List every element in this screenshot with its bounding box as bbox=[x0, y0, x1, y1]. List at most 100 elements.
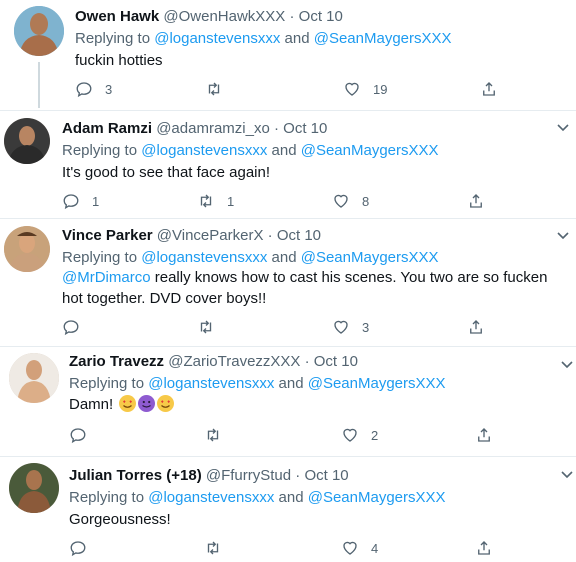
handle[interactable]: @adamramzi_xo bbox=[156, 120, 270, 137]
tweet[interactable]: Julian Torres (+18) @FfurryStud · Oct 10… bbox=[0, 457, 576, 562]
like-count: 4 bbox=[371, 540, 379, 556]
reply-button[interactable] bbox=[62, 318, 92, 336]
timestamp[interactable]: Oct 10 bbox=[304, 467, 348, 484]
handle[interactable]: @OwenHawkXXX bbox=[163, 8, 285, 25]
reply-button[interactable]: 1 bbox=[62, 192, 99, 210]
chevron-down-icon bbox=[561, 361, 573, 369]
like-button[interactable]: 4 bbox=[341, 539, 378, 557]
retweet-button[interactable] bbox=[204, 539, 234, 557]
and-label: and bbox=[280, 30, 314, 47]
tweet-text: @MrDimarco really knows how to cast his … bbox=[62, 267, 562, 309]
timestamp[interactable]: Oct 10 bbox=[314, 353, 358, 370]
share-icon bbox=[483, 82, 495, 96]
mention-link[interactable]: @SeanMaygersXXX bbox=[308, 375, 446, 392]
replying-to: Replying to @loganstevensxxx and @SeanMa… bbox=[75, 30, 452, 48]
mention-link[interactable]: @SeanMaygersXXX bbox=[301, 142, 439, 159]
share-icon bbox=[478, 541, 490, 555]
like-button[interactable]: 19 bbox=[343, 80, 387, 98]
replying-to-label: Replying to bbox=[62, 142, 142, 159]
mention-link[interactable]: @MrDimarco bbox=[62, 269, 151, 286]
tweet[interactable]: Owen Hawk @OwenHawkXXX · Oct 10 Replying… bbox=[0, 0, 576, 110]
share-icon bbox=[470, 194, 482, 208]
display-name[interactable]: Owen Hawk bbox=[75, 8, 159, 25]
tweet[interactable]: Adam Ramzi @adamramzi_xo · Oct 10 Replyi… bbox=[0, 111, 576, 218]
share-icon bbox=[470, 320, 482, 334]
display-name[interactable]: Zario Travezz bbox=[69, 353, 164, 370]
dot-separator: · bbox=[273, 120, 279, 137]
mention-link[interactable]: @SeanMaygersXXX bbox=[308, 489, 446, 506]
chevron-down-icon bbox=[557, 232, 569, 240]
tweet-text: It's good to see that face again! bbox=[62, 164, 271, 181]
like-icon bbox=[345, 82, 359, 96]
share-button[interactable] bbox=[467, 192, 485, 210]
display-name[interactable]: Julian Torres (+18) bbox=[69, 467, 202, 484]
and-label: and bbox=[274, 489, 308, 506]
replying-to-label: Replying to bbox=[62, 249, 142, 266]
share-icon bbox=[478, 428, 490, 442]
and-label: and bbox=[267, 249, 301, 266]
timestamp[interactable]: Oct 10 bbox=[299, 8, 343, 25]
mention-link[interactable]: @SeanMaygersXXX bbox=[301, 249, 439, 266]
share-button[interactable] bbox=[475, 539, 493, 557]
retweet-icon bbox=[200, 320, 212, 334]
handle[interactable]: @FfurryStud bbox=[206, 467, 291, 484]
more-options-button[interactable] bbox=[560, 467, 574, 479]
avatar[interactable] bbox=[4, 118, 50, 164]
mention-link[interactable]: @loganstevensxxx bbox=[154, 30, 280, 47]
tweet[interactable]: Vince Parker @VinceParkerX · Oct 10 Repl… bbox=[0, 219, 576, 346]
tweet-text: Damn! bbox=[69, 394, 569, 415]
replying-to: Replying to @loganstevensxxx and @SeanMa… bbox=[69, 375, 446, 393]
avatar[interactable] bbox=[9, 463, 59, 513]
retweet-button[interactable]: 1 bbox=[197, 192, 234, 210]
share-button[interactable] bbox=[467, 318, 485, 336]
and-label: and bbox=[274, 375, 308, 392]
reply-icon bbox=[70, 541, 86, 557]
chevron-down-icon bbox=[557, 124, 569, 132]
share-button[interactable] bbox=[480, 80, 498, 98]
reply-button[interactable] bbox=[69, 539, 99, 557]
tweet[interactable]: Zario Travezz @ZarioTravezzXXX · Oct 10 … bbox=[0, 347, 576, 456]
avatar[interactable] bbox=[9, 353, 59, 403]
display-name[interactable]: Adam Ramzi bbox=[62, 120, 152, 137]
mention-link[interactable]: @loganstevensxxx bbox=[148, 375, 274, 392]
more-options-button[interactable] bbox=[556, 120, 570, 132]
more-options-button[interactable] bbox=[560, 357, 574, 369]
reply-button[interactable] bbox=[69, 426, 99, 444]
like-icon bbox=[334, 194, 348, 208]
mention-link[interactable]: @SeanMaygersXXX bbox=[314, 30, 452, 47]
timestamp[interactable]: Oct 10 bbox=[277, 227, 321, 244]
like-icon bbox=[334, 320, 348, 334]
replying-to-label: Replying to bbox=[69, 375, 149, 392]
retweet-button[interactable] bbox=[205, 80, 235, 98]
mention-link[interactable]: @loganstevensxxx bbox=[148, 489, 274, 506]
handle[interactable]: @ZarioTravezzXXX bbox=[168, 353, 300, 370]
replying-to-label: Replying to bbox=[69, 489, 149, 506]
like-button[interactable]: 8 bbox=[332, 192, 369, 210]
smiling-face-with-horns-icon bbox=[138, 395, 156, 412]
retweet-icon bbox=[207, 428, 219, 442]
like-button[interactable]: 2 bbox=[341, 426, 378, 444]
thread-line bbox=[38, 62, 40, 108]
more-options-button[interactable] bbox=[556, 228, 570, 240]
dot-separator: · bbox=[289, 8, 295, 25]
dot-separator: · bbox=[267, 227, 273, 244]
chevron-down-icon bbox=[561, 471, 573, 479]
avatar[interactable] bbox=[14, 6, 64, 56]
tweet-text: Gorgeousness! bbox=[69, 511, 171, 528]
mention-link[interactable]: @loganstevensxxx bbox=[141, 142, 267, 159]
like-button[interactable]: 3 bbox=[332, 318, 369, 336]
reply-button[interactable]: 3 bbox=[75, 80, 112, 98]
and-label: and bbox=[267, 142, 301, 159]
retweet-button[interactable] bbox=[204, 426, 234, 444]
timestamp[interactable]: Oct 10 bbox=[283, 120, 327, 137]
retweet-count: 1 bbox=[227, 193, 235, 209]
display-name[interactable]: Vince Parker bbox=[62, 227, 153, 244]
retweet-icon bbox=[200, 194, 212, 208]
mention-link[interactable]: @loganstevensxxx bbox=[141, 249, 267, 266]
avatar[interactable] bbox=[4, 226, 50, 272]
replying-to: Replying to @loganstevensxxx and @SeanMa… bbox=[62, 142, 439, 160]
handle[interactable]: @VinceParkerX bbox=[157, 227, 264, 244]
retweet-button[interactable] bbox=[197, 318, 227, 336]
share-button[interactable] bbox=[475, 426, 493, 444]
replying-to: Replying to @loganstevensxxx and @SeanMa… bbox=[69, 489, 446, 507]
